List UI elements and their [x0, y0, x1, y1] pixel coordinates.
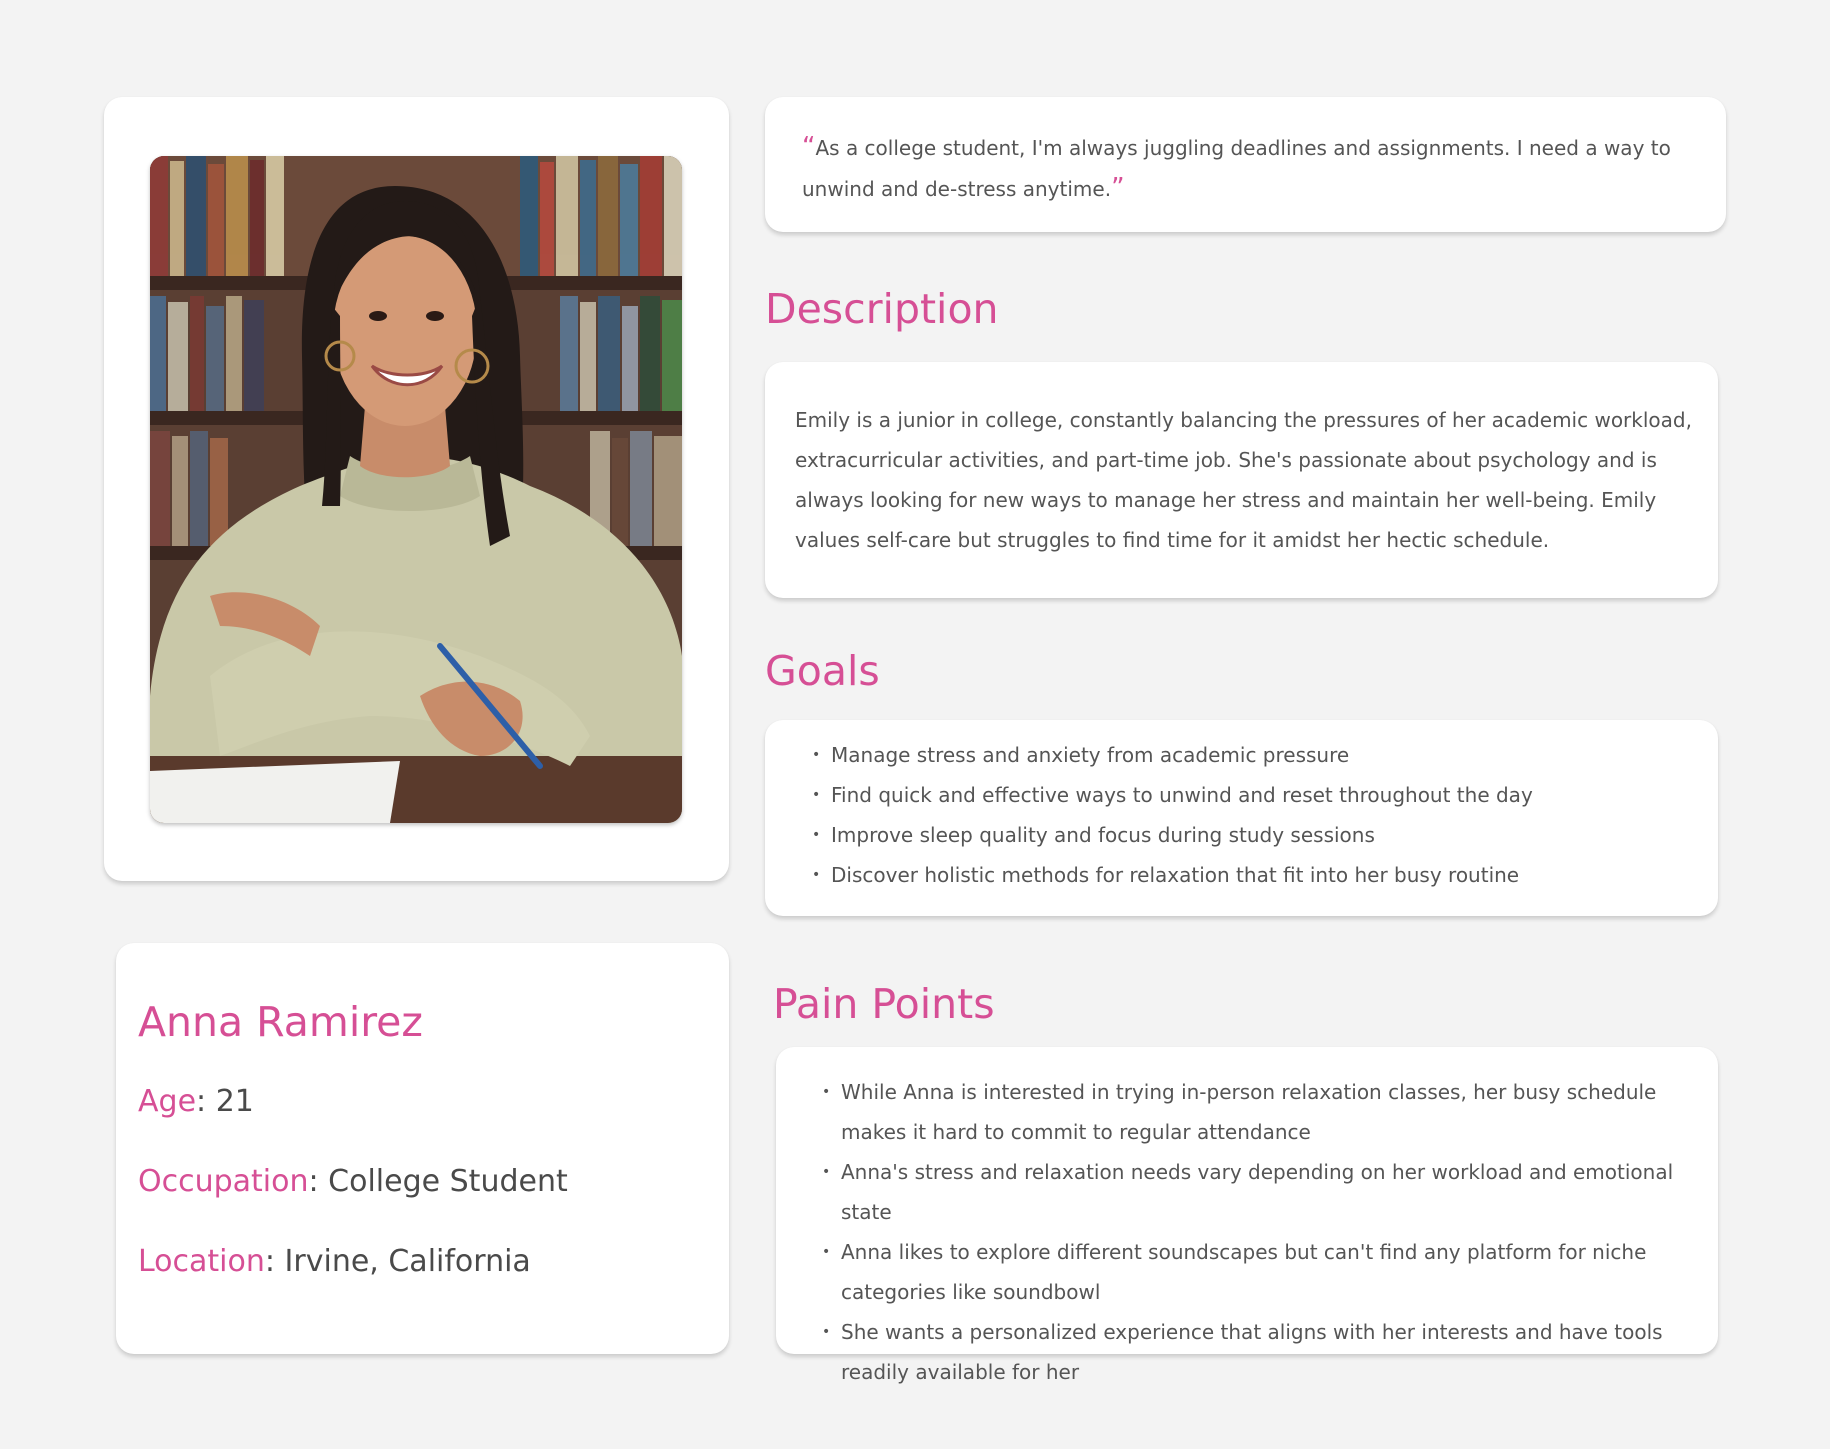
bullet-icon: •: [812, 867, 821, 883]
pain-point-text: She wants a personalized experience that…: [841, 1320, 1663, 1384]
bullet-icon: •: [812, 787, 821, 803]
occupation-row: Occupation: College Student: [138, 1164, 568, 1199]
pain-point-item: • She wants a personalized experience tha…: [822, 1312, 1691, 1392]
goals-title: Goals: [765, 647, 880, 695]
quote-text: As a college student, I'm always jugglin…: [802, 136, 1671, 201]
pain-point-text: Anna's stress and relaxation needs vary …: [841, 1160, 1674, 1224]
age-row: Age: 21: [138, 1084, 254, 1119]
occupation-value: College Student: [328, 1164, 568, 1199]
quote-open-mark: “: [802, 132, 816, 162]
goal-item: • Improve sleep quality and focus during …: [812, 815, 1691, 855]
pain-point-item: • Anna likes to explore different soundsc…: [822, 1232, 1691, 1312]
goals-card: • Manage stress and anxiety from academic…: [765, 720, 1718, 916]
goals-list: • Manage stress and anxiety from academic…: [812, 735, 1691, 895]
goal-item-text: Discover holistic methods for relaxation…: [831, 863, 1520, 887]
quote: “As a college student, I'm always juggli…: [802, 127, 1682, 209]
description-title: Description: [765, 285, 999, 333]
goal-item-text: Improve sleep quality and focus during s…: [831, 823, 1375, 847]
pain-point-text: While Anna is interested in trying in-pe…: [841, 1080, 1657, 1144]
bullet-icon: •: [822, 1244, 831, 1260]
age-label: Age: [138, 1084, 197, 1119]
goal-item: • Find quick and effective ways to unwind…: [812, 775, 1691, 815]
pain-point-item: • While Anna is interested in trying in-p…: [822, 1072, 1691, 1152]
bullet-icon: •: [812, 827, 821, 843]
bullet-icon: •: [822, 1084, 831, 1100]
occupation-separator: :: [308, 1164, 329, 1199]
description-card: Emily is a junior in college, constantly…: [765, 362, 1718, 598]
age-value: 21: [215, 1084, 254, 1119]
goal-item: • Manage stress and anxiety from academic…: [812, 735, 1691, 775]
location-separator: :: [264, 1244, 285, 1279]
goal-item: • Discover holistic methods for relaxatio…: [812, 855, 1691, 895]
pain-point-text: Anna likes to explore different soundsca…: [841, 1240, 1647, 1304]
goal-item-text: Manage stress and anxiety from academic …: [831, 743, 1350, 767]
pain-points-list: • While Anna is interested in trying in-p…: [822, 1072, 1691, 1392]
occupation-label: Occupation: [138, 1164, 309, 1199]
persona-info-card: Anna Ramirez Age: 21 Occupation: College…: [116, 943, 729, 1354]
age-separator: :: [196, 1084, 216, 1119]
bullet-icon: •: [812, 747, 821, 763]
description-text: Emily is a junior in college, constantly…: [795, 408, 1692, 552]
location-row: Location: Irvine, California: [138, 1244, 531, 1279]
location-label: Location: [138, 1244, 265, 1279]
bullet-icon: •: [822, 1164, 831, 1180]
quote-close-mark: ”: [1111, 173, 1125, 203]
persona-name: Anna Ramirez: [138, 998, 423, 1046]
bullet-icon: •: [822, 1324, 831, 1340]
location-value: Irvine, California: [284, 1244, 531, 1279]
pain-point-item: • Anna's stress and relaxation needs vary…: [822, 1152, 1691, 1232]
quote-card: “As a college student, I'm always juggli…: [765, 97, 1726, 232]
goal-item-text: Find quick and effective ways to unwind …: [831, 783, 1533, 807]
persona-photo-card: [104, 97, 729, 881]
pain-points-title: Pain Points: [773, 980, 995, 1028]
pain-points-card: • While Anna is interested in trying in-p…: [776, 1047, 1718, 1384]
persona-photo: [150, 156, 682, 823]
